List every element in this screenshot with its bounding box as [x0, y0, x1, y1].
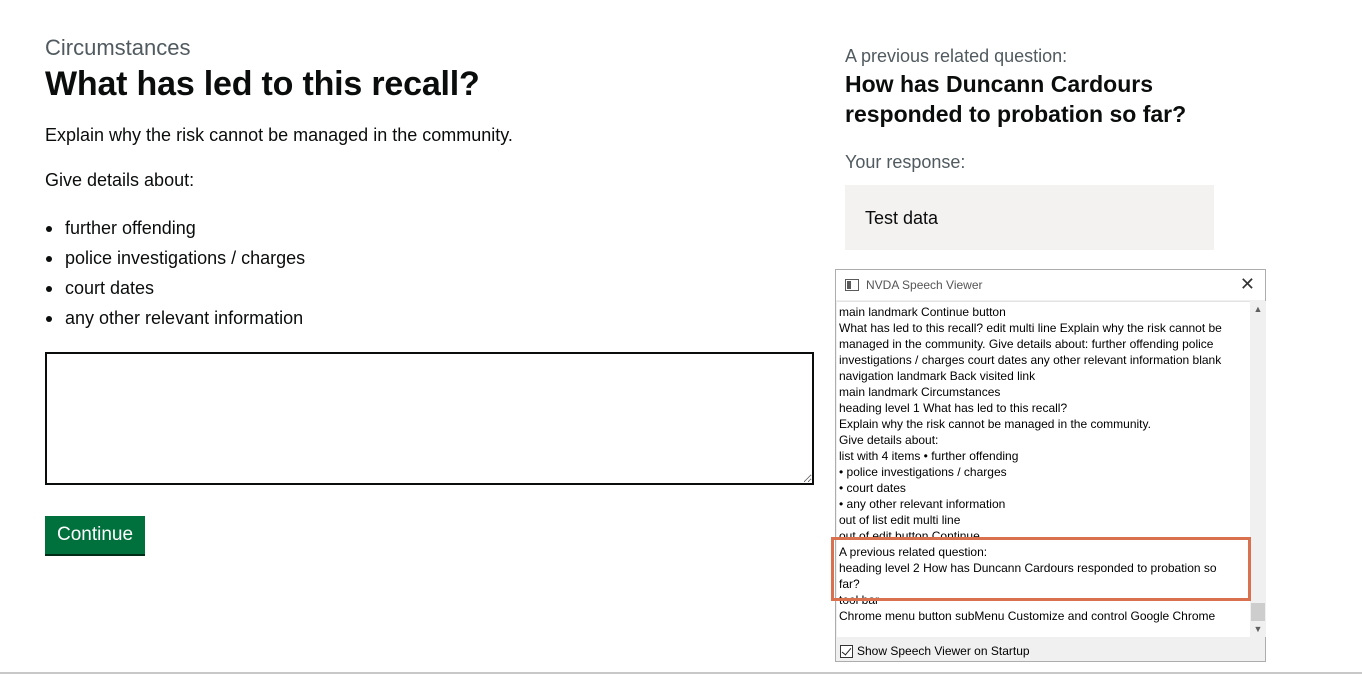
speech-log-line: navigation landmark Back visited link — [839, 369, 1036, 383]
window-app-icon — [845, 279, 859, 291]
nvda-window-title: NVDA Speech Viewer — [866, 278, 983, 292]
previous-question-panel: A previous related question: How has Dun… — [845, 44, 1235, 250]
page-caption: Circumstances — [45, 35, 191, 60]
speech-log-scrollbar[interactable]: ▲ ▼ — [1250, 301, 1266, 637]
question-hint: Explain why the risk cannot be managed i… — [45, 125, 513, 145]
speech-log-line: • any other relevant information — [839, 497, 1006, 511]
nvda-titlebar: NVDA Speech Viewer ✕ — [836, 270, 1265, 300]
speech-log-line: • police investigations / charges — [839, 465, 1007, 479]
response-value: Test data — [845, 185, 1214, 250]
show-on-startup-label: Show Speech Viewer on Startup — [857, 644, 1030, 658]
previous-question-caption: A previous related question: — [845, 46, 1068, 66]
continue-button[interactable]: Continue — [45, 516, 146, 554]
speech-log-line: main landmark Circumstances — [839, 385, 1001, 399]
speech-log-line: Chrome menu button subMenu Customize and… — [839, 609, 1216, 623]
list-item: further offending — [45, 213, 815, 243]
response-label: Your response: — [845, 152, 966, 172]
close-icon[interactable]: ✕ — [1240, 274, 1255, 294]
speech-log-line: list with 4 items • further offending — [839, 449, 1019, 463]
speech-log-line: out of list edit multi line — [839, 513, 961, 527]
speech-log-line: Give details about: — [839, 433, 939, 447]
nvda-speech-viewer-window: NVDA Speech Viewer ✕ main landmark Conti… — [835, 269, 1266, 662]
details-list: further offending police investigations … — [45, 213, 815, 333]
main-content: Circumstances What has led to this recal… — [45, 34, 815, 554]
speech-log-line: What has led to this recall? edit multi … — [839, 321, 1222, 335]
speech-log-line: main landmark Continue button — [839, 305, 1006, 319]
speech-log-line: managed in the community. Give details a… — [839, 337, 1214, 351]
speech-log-line: heading level 1 What has led to this rec… — [839, 401, 1068, 415]
highlight-annotation-box — [831, 537, 1251, 601]
list-item: court dates — [45, 273, 815, 303]
show-on-startup-checkbox[interactable] — [840, 644, 853, 658]
previous-question-title: How has Duncann Cardours responded to pr… — [845, 71, 1187, 127]
show-on-startup-option[interactable]: Show Speech Viewer on Startup — [840, 644, 1030, 658]
recall-reason-textarea[interactable] — [45, 352, 814, 485]
speech-log-line: investigations / charges court dates any… — [839, 353, 1222, 367]
page-title: What has led to this recall? — [45, 65, 480, 103]
details-label: Give details about: — [45, 170, 195, 190]
chevron-up-icon[interactable]: ▲ — [1250, 301, 1266, 317]
list-item: any other relevant information — [45, 303, 815, 333]
scrollbar-thumb[interactable] — [1251, 603, 1265, 621]
list-item: police investigations / charges — [45, 243, 815, 273]
speech-log-line: Explain why the risk cannot be managed i… — [839, 417, 1151, 431]
chevron-down-icon[interactable]: ▼ — [1250, 621, 1266, 637]
speech-log-line: • court dates — [839, 481, 906, 495]
